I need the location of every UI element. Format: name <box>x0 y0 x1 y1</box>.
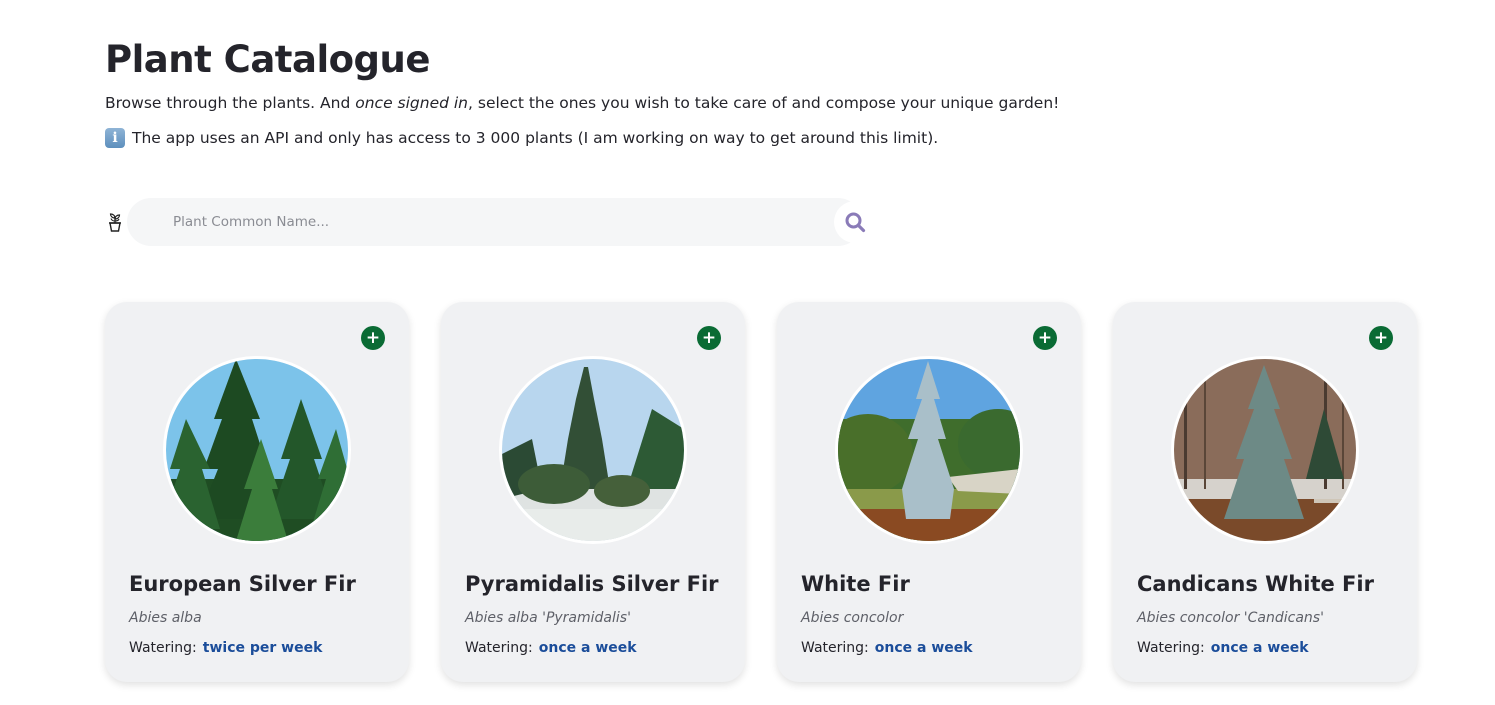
add-to-garden-button[interactable]: + <box>361 326 385 350</box>
watering-info: Watering: once a week <box>465 640 637 656</box>
page-title: Plant Catalogue <box>105 38 430 81</box>
api-limit-note: i The app uses an API and only has acces… <box>105 128 938 148</box>
watering-info: Watering: once a week <box>1137 640 1309 656</box>
plant-card-list: + European Silver Fir Abies alba Waterin… <box>105 302 1417 682</box>
add-to-garden-button[interactable]: + <box>1369 326 1393 350</box>
intro-text-start: Browse through the plants. And <box>105 94 356 112</box>
watering-value: once a week <box>538 640 637 656</box>
watering-label: Watering: <box>801 640 869 656</box>
information-icon: i <box>105 128 125 148</box>
api-limit-note-text: The app uses an API and only has access … <box>132 129 939 147</box>
watering-label: Watering: <box>465 640 533 656</box>
potted-plant-icon <box>106 212 124 232</box>
plant-photo <box>163 356 351 544</box>
intro-emphasis: once signed in <box>355 94 469 112</box>
watering-info: Watering: twice per week <box>129 640 322 656</box>
plant-scientific-name: Abies concolor <box>801 610 904 626</box>
plant-photo <box>835 356 1023 544</box>
plant-scientific-name: Abies concolor 'Candicans' <box>1137 610 1324 626</box>
plant-scientific-name: Abies alba 'Pyramidalis' <box>465 610 631 626</box>
intro-text-end: , select the ones you wish to take care … <box>468 94 1060 112</box>
watering-value: twice per week <box>202 640 323 656</box>
plant-photo <box>1171 356 1359 544</box>
plant-catalogue-page: Plant Catalogue Browse through the plant… <box>0 0 1495 705</box>
plant-photo <box>499 356 687 544</box>
add-to-garden-button[interactable]: + <box>1033 326 1057 350</box>
plant-common-name: Pyramidalis Silver Fir <box>465 572 719 596</box>
search-button[interactable] <box>834 201 876 243</box>
add-to-garden-button[interactable]: + <box>697 326 721 350</box>
plant-card[interactable]: + European Silver Fir Abies alba Waterin… <box>105 302 409 682</box>
watering-value: once a week <box>874 640 973 656</box>
intro-text: Browse through the plants. And once sign… <box>105 94 1059 112</box>
watering-label: Watering: <box>1137 640 1205 656</box>
watering-value: once a week <box>1210 640 1309 656</box>
plant-card[interactable]: + White Fir Abies concolor Watering: once… <box>777 302 1081 682</box>
search-input[interactable] <box>173 198 813 246</box>
plant-card[interactable]: + Pyramidalis Silver Fir Abies alba 'Pyr… <box>441 302 745 682</box>
watering-label: Watering: <box>129 640 197 656</box>
plant-common-name: White Fir <box>801 572 910 596</box>
plant-card[interactable]: + Candicans White Fir Abies concolor 'Ca… <box>1113 302 1417 682</box>
search-icon <box>845 212 866 233</box>
search-bar <box>127 198 862 246</box>
plant-common-name: European Silver Fir <box>129 572 356 596</box>
watering-info: Watering: once a week <box>801 640 973 656</box>
plant-common-name: Candicans White Fir <box>1137 572 1374 596</box>
plant-scientific-name: Abies alba <box>129 610 202 626</box>
